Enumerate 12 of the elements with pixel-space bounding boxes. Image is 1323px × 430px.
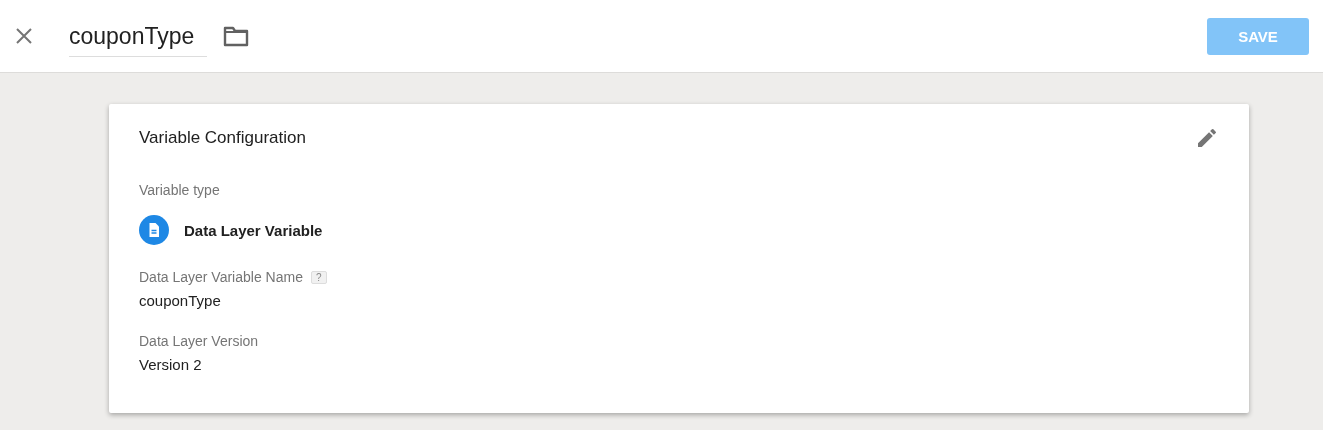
folder-icon[interactable] (223, 25, 249, 47)
document-icon (139, 215, 169, 245)
help-button[interactable]: ? (310, 270, 327, 284)
card-title: Variable Configuration (139, 128, 306, 148)
field-value: Version 2 (139, 356, 203, 373)
close-icon[interactable] (15, 27, 33, 45)
variable-type: Data Layer Variable (184, 221, 323, 239)
field-value: couponType (139, 292, 222, 309)
field-label: Data Layer Version (139, 333, 259, 349)
field-label: Variable type (139, 182, 221, 198)
field-label: Data Layer Variable Name (139, 269, 303, 285)
edit-icon[interactable] (1195, 126, 1219, 150)
